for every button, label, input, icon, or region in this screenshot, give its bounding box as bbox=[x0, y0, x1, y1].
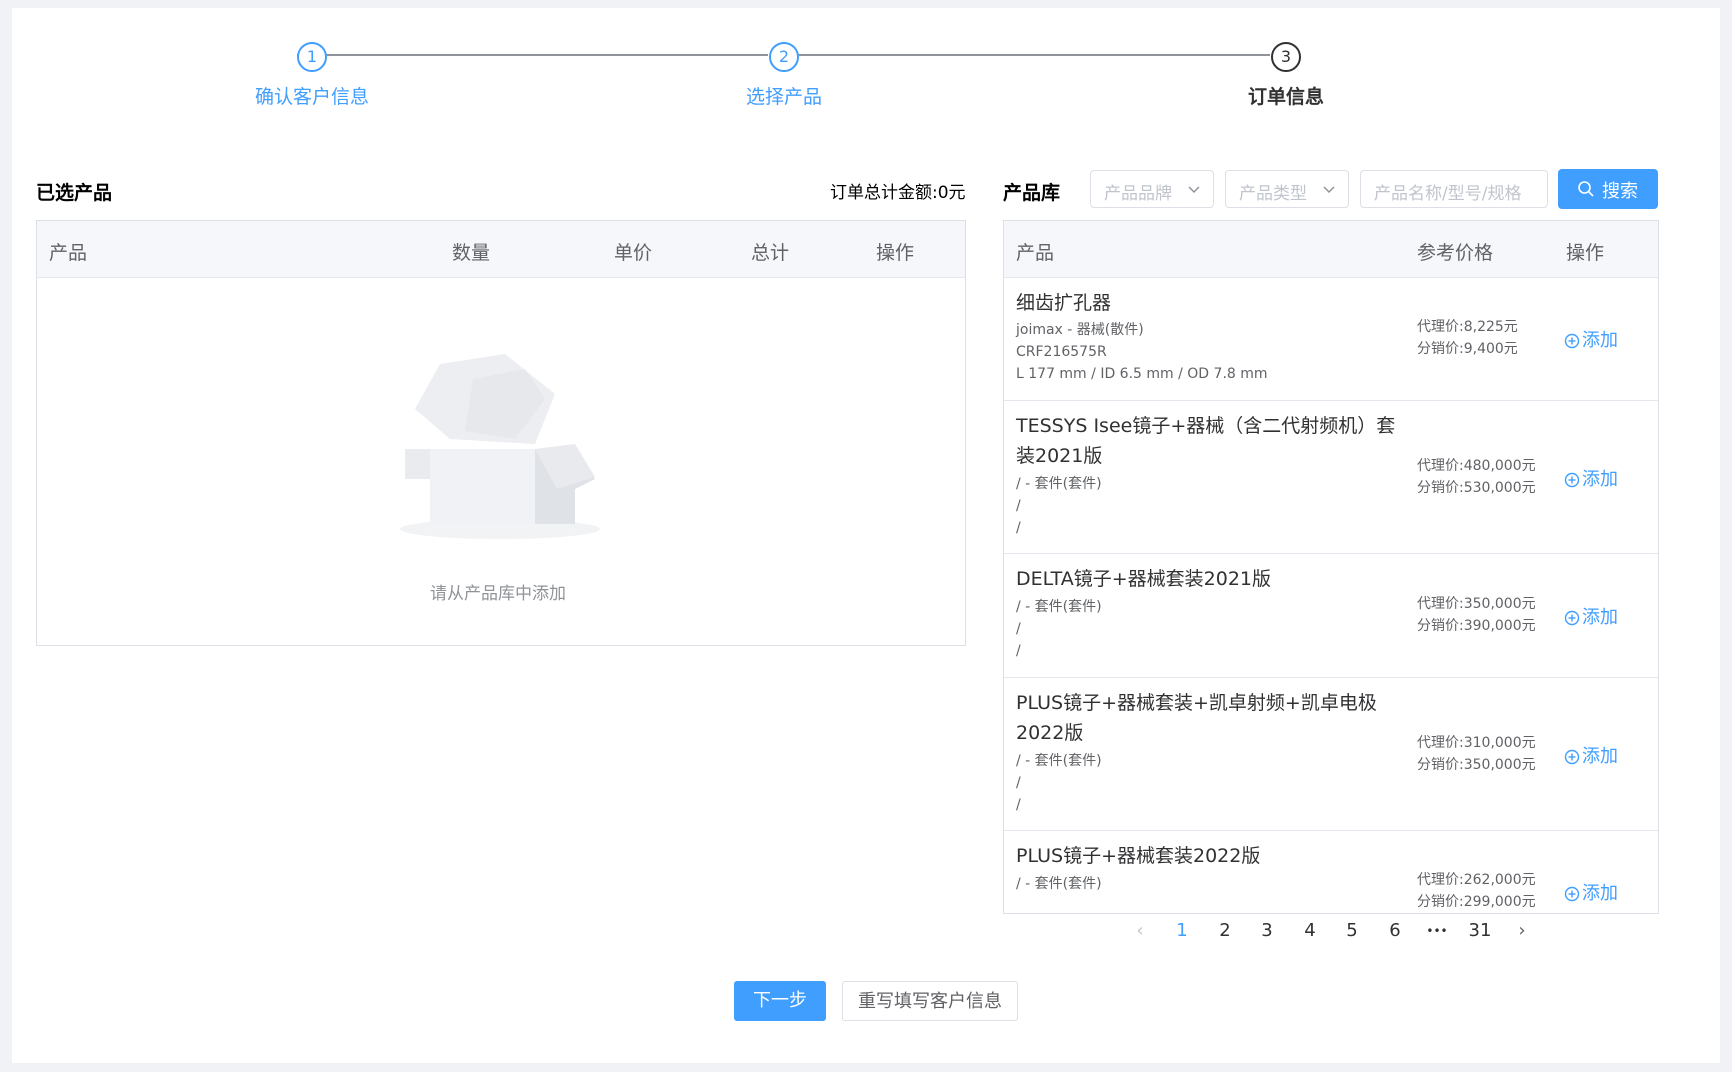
product-spec: / bbox=[1016, 797, 1021, 813]
step-connector-2 bbox=[798, 54, 1270, 56]
step-2-label: 选择产品 bbox=[745, 86, 822, 108]
distributor-price: 分销价:9,400元 bbox=[1417, 341, 1518, 357]
plus-circle-icon bbox=[1564, 749, 1580, 765]
type-select-placeholder: 产品类型 bbox=[1239, 184, 1307, 204]
add-label: 添加 bbox=[1582, 330, 1618, 351]
product-name: PLUS镜子+器械套装+凯卓射频+凯卓电极2022版 bbox=[1016, 692, 1377, 744]
step-2-circle: 2 bbox=[769, 42, 799, 72]
add-product-button[interactable]: 添加 bbox=[1564, 742, 1618, 768]
product-brand-category: joimax - 器械(散件) bbox=[1016, 322, 1144, 338]
steps: 1 确认客户信息 2 选择产品 3 订单信息 bbox=[12, 8, 1720, 128]
type-select[interactable]: 产品类型 bbox=[1225, 170, 1349, 208]
more-pages-button[interactable]: ••• bbox=[1422, 924, 1452, 938]
add-product-button[interactable]: 添加 bbox=[1564, 465, 1618, 491]
page-31[interactable]: 31 bbox=[1465, 920, 1495, 941]
search-icon bbox=[1578, 181, 1594, 197]
add-product-button[interactable]: 添加 bbox=[1564, 879, 1618, 905]
selected-products-title: 已选产品 bbox=[36, 182, 113, 204]
col-action: 操作 bbox=[1566, 242, 1605, 264]
distributor-price: 分销价:530,000元 bbox=[1417, 480, 1536, 496]
product-model: / bbox=[1016, 498, 1021, 514]
product-model: / bbox=[1016, 621, 1021, 637]
agent-price: 代理价:8,225元 bbox=[1417, 319, 1518, 335]
distributor-price: 分销价:350,000元 bbox=[1417, 757, 1536, 773]
col-quantity: 数量 bbox=[452, 242, 491, 264]
step-1-circle: 1 bbox=[297, 42, 327, 72]
product-name: DELTA镜子+器械套装2021版 bbox=[1016, 568, 1272, 590]
add-label: 添加 bbox=[1582, 607, 1618, 628]
col-total: 总计 bbox=[751, 242, 790, 264]
product-name: 细齿扩孔器 bbox=[1016, 292, 1112, 314]
step-1-label: 确认客户信息 bbox=[254, 86, 369, 108]
chevron-down-icon bbox=[1323, 186, 1335, 194]
add-label: 添加 bbox=[1582, 746, 1618, 767]
order-total-amount: 订单总计金额:0元 bbox=[830, 183, 966, 203]
product-row: PLUS镜子+器械套装+凯卓射频+凯卓电极2022版 / - 套件(套件) / … bbox=[1004, 678, 1658, 831]
product-row: DELTA镜子+器械套装2021版 / - 套件(套件) / / 代理价:350… bbox=[1004, 554, 1658, 678]
next-page-button[interactable]: › bbox=[1507, 920, 1537, 941]
product-brand-category: / - 套件(套件) bbox=[1016, 476, 1102, 492]
add-label: 添加 bbox=[1582, 469, 1618, 490]
agent-price: 代理价:350,000元 bbox=[1417, 596, 1536, 612]
distributor-price: 分销价:390,000元 bbox=[1417, 618, 1536, 634]
add-product-button[interactable]: 添加 bbox=[1564, 326, 1618, 352]
col-unit-price: 单价 bbox=[614, 242, 653, 264]
prev-page-button[interactable]: ‹ bbox=[1125, 920, 1155, 941]
product-model: / bbox=[1016, 775, 1021, 791]
search-button[interactable]: 搜索 bbox=[1558, 169, 1658, 209]
step-connector-1 bbox=[297, 54, 768, 56]
product-row: TESSYS Isee镜子+器械（含二代射频机）套装2021版 / - 套件(套… bbox=[1004, 401, 1658, 554]
col-product: 产品 bbox=[1016, 242, 1055, 264]
product-row: 细齿扩孔器 joimax - 器械(散件) CRF216575R L 177 m… bbox=[1004, 278, 1658, 401]
add-product-button[interactable]: 添加 bbox=[1564, 603, 1618, 629]
step-3-circle: 3 bbox=[1271, 42, 1301, 72]
product-library-table: 产品 参考价格 操作 细齿扩孔器 joimax - 器械(散件) CRF2165… bbox=[1003, 220, 1659, 914]
agent-price: 代理价:480,000元 bbox=[1417, 458, 1536, 474]
rewrite-customer-info-button[interactable]: 重写填写客户信息 bbox=[842, 981, 1018, 1021]
next-step-button[interactable]: 下一步 bbox=[734, 981, 826, 1021]
distributor-price: 分销价:299,000元 bbox=[1417, 894, 1536, 910]
page-6[interactable]: 6 bbox=[1380, 920, 1410, 941]
product-search-input[interactable]: 产品名称/型号/规格 bbox=[1360, 170, 1548, 208]
brand-select-placeholder: 产品品牌 bbox=[1104, 184, 1172, 204]
search-button-label: 搜索 bbox=[1602, 181, 1638, 202]
page-2[interactable]: 2 bbox=[1210, 920, 1240, 941]
product-brand-category: / - 套件(套件) bbox=[1016, 599, 1102, 615]
product-spec: / bbox=[1016, 643, 1021, 659]
selected-table-header: 产品 数量 单价 总计 操作 bbox=[37, 221, 965, 278]
page-1[interactable]: 1 bbox=[1167, 920, 1197, 941]
agent-price: 代理价:310,000元 bbox=[1417, 735, 1536, 751]
product-spec: L 177 mm / ID 6.5 mm / OD 7.8 mm bbox=[1016, 366, 1268, 382]
search-input-placeholder: 产品名称/型号/规格 bbox=[1374, 184, 1522, 204]
step-3-label: 订单信息 bbox=[1247, 86, 1324, 108]
product-row: PLUS镜子+器械套装2022版 / - 套件(套件) 代理价:262,000元… bbox=[1004, 831, 1658, 913]
plus-circle-icon bbox=[1564, 886, 1580, 902]
plus-circle-icon bbox=[1564, 472, 1580, 488]
col-product: 产品 bbox=[49, 242, 88, 264]
product-name: TESSYS Isee镜子+器械（含二代射频机）套装2021版 bbox=[1016, 415, 1396, 467]
plus-circle-icon bbox=[1564, 333, 1580, 349]
col-action: 操作 bbox=[876, 242, 915, 264]
product-brand-category: / - 套件(套件) bbox=[1016, 753, 1102, 769]
agent-price: 代理价:262,000元 bbox=[1417, 872, 1536, 888]
chevron-down-icon bbox=[1188, 186, 1200, 194]
empty-hint: 请从产品库中添加 bbox=[430, 584, 566, 604]
product-name: PLUS镜子+器械套装2022版 bbox=[1016, 845, 1261, 867]
page-3[interactable]: 3 bbox=[1252, 920, 1282, 941]
product-spec: / bbox=[1016, 520, 1021, 536]
page-5[interactable]: 5 bbox=[1337, 920, 1367, 941]
brand-select[interactable]: 产品品牌 bbox=[1090, 170, 1214, 208]
product-library-title: 产品库 bbox=[1003, 182, 1061, 204]
page-4[interactable]: 4 bbox=[1295, 920, 1325, 941]
pagination: ‹ 1 2 3 4 5 6 ••• 31 › bbox=[1125, 920, 1545, 950]
add-label: 添加 bbox=[1582, 883, 1618, 904]
library-table-header: 产品 参考价格 操作 bbox=[1004, 221, 1658, 278]
product-brand-category: / - 套件(套件) bbox=[1016, 876, 1102, 892]
plus-circle-icon bbox=[1564, 610, 1580, 626]
product-model: CRF216575R bbox=[1016, 344, 1107, 360]
empty-box-icon bbox=[400, 354, 600, 539]
selected-products-table: 产品 数量 单价 总计 操作 请从产品库中添加 bbox=[36, 220, 966, 646]
order-card: 1 确认客户信息 2 选择产品 3 订单信息 已选产品 订单总计金额:0元 产品… bbox=[12, 8, 1720, 1063]
col-ref-price: 参考价格 bbox=[1417, 242, 1494, 264]
